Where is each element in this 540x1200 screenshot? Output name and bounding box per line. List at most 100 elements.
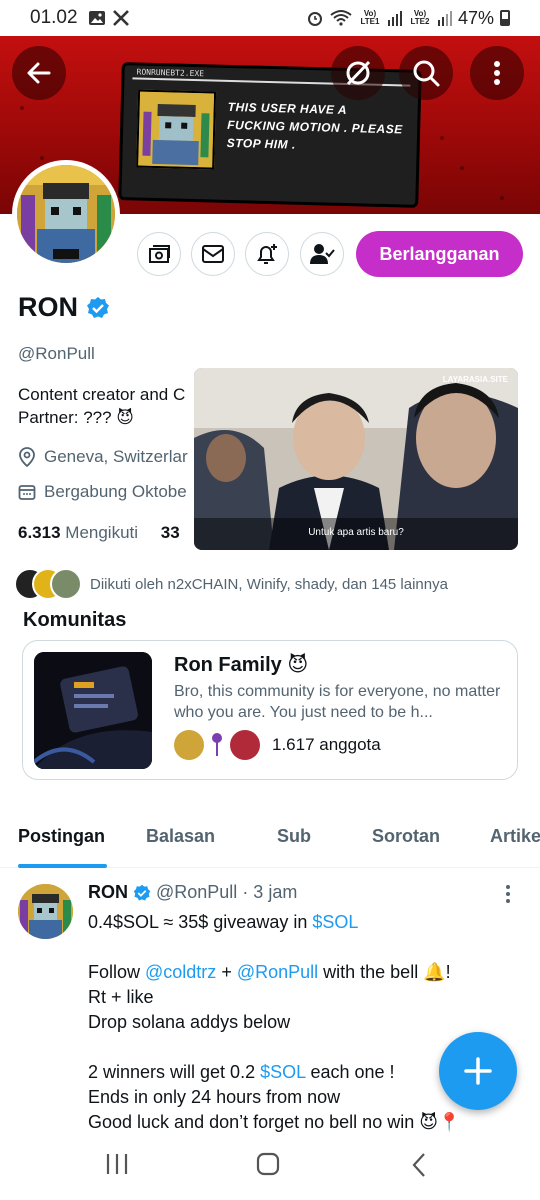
verified-badge-icon (133, 884, 151, 900)
more-options-button[interactable] (470, 46, 524, 100)
profile-tabs: Postingan Balasan Sub Sorotan Artike (0, 810, 540, 868)
x-logo-icon (112, 10, 129, 26)
profile-handle: @RonPull (18, 344, 95, 363)
calendar-icon (18, 485, 36, 500)
mail-icon (202, 245, 224, 263)
followed-by-text: Diikuti oleh n2xCHAIN, Winify, shady, da… (90, 575, 448, 593)
post-header: RON @RonPull · 3 jam (88, 882, 297, 903)
following-link[interactable]: 6.313 Mengikuti (18, 523, 138, 542)
community-thumbnail (34, 652, 152, 769)
meme-window-title: RONRUNEBT2.EXE (136, 67, 205, 79)
following-count: 6.313 (18, 523, 61, 542)
community-member-count: 1.617 anggota (272, 735, 381, 754)
active-tab-indicator (18, 864, 107, 868)
monetization-button[interactable] (137, 232, 181, 276)
post-author-handle[interactable]: @RonPull (156, 882, 237, 903)
alarm-icon (307, 12, 322, 26)
post-author-name[interactable]: RON (88, 882, 128, 903)
more-vertical-icon (494, 61, 500, 85)
status-time: 01.02 (30, 7, 78, 28)
followed-by[interactable]: Diikuti oleh n2xCHAIN, Winify, shady, da… (14, 568, 448, 600)
network-label-1: Vo) LTE1 (360, 9, 380, 26)
search-icon (413, 60, 440, 87)
tab-articles[interactable]: Artike (490, 826, 540, 847)
profile-joined: Bergabung Oktobe (18, 482, 187, 502)
chevron-left-icon (412, 1153, 425, 1177)
search-button[interactable] (399, 46, 453, 100)
post-line-3: Rt + like (88, 987, 154, 1007)
post-line-4: Drop solana addys below (88, 1012, 291, 1032)
tab-subs[interactable]: Sub (277, 826, 311, 847)
followed-by-avatars (14, 568, 82, 600)
post-line-1: 0.4$SOL ≈ 35$ giveaway in (88, 912, 313, 932)
subscribe-button[interactable]: Berlangganan (356, 231, 523, 277)
home-icon (256, 1152, 280, 1176)
post-line-2: Follow (88, 962, 146, 982)
battery-percent: 47% (457, 7, 494, 28)
user-check-icon (310, 244, 335, 264)
tab-posts[interactable]: Postingan (18, 826, 105, 847)
meme-thumbnail (136, 89, 217, 170)
compose-post-button[interactable] (439, 1032, 517, 1110)
location-text: Geneva, Switzerlar (44, 447, 188, 466)
status-bar: 01.02 Vo) LTE1 Vo) LTE2 47% (0, 0, 540, 36)
cash-icon (149, 245, 170, 263)
followers-count-partial[interactable]: 33 (161, 523, 180, 542)
profile-bio: Content creator and C Partner: ??? 😈 (18, 383, 185, 429)
profile-name: RON (18, 292, 110, 323)
bio-line-2: Partner: ??? 😈 (18, 408, 135, 427)
meme-text: THIS USER HAVE A FUCKING MOTION . PLEASE… (226, 99, 403, 152)
bio-line-1: Content creator and C (18, 385, 186, 404)
bell-plus-icon (257, 244, 277, 264)
gallery-icon (88, 11, 105, 25)
mention-link[interactable]: @RonPull (237, 962, 318, 982)
joined-text: Bergabung Oktobe (44, 482, 187, 501)
tab-highlights[interactable]: Sorotan (372, 826, 440, 847)
post-avatar[interactable] (18, 884, 73, 939)
home-button[interactable] (256, 1152, 280, 1181)
community-name: Ron Family 😈 (174, 654, 309, 676)
arrow-left-icon (27, 62, 51, 84)
signal-icon-1 (387, 11, 402, 26)
video-frame (194, 368, 518, 550)
following-label: Mengikuti (65, 523, 139, 542)
back-button[interactable] (12, 46, 66, 100)
cashtag-link[interactable]: $SOL (312, 912, 358, 932)
picture-in-picture-video[interactable]: LAYARASIA.SITE Untuk apa artis baru? (194, 368, 518, 550)
notifications-button[interactable] (245, 232, 289, 276)
wifi-icon (330, 10, 352, 26)
mention-link[interactable]: @coldtrz (145, 962, 216, 982)
network-label-2: Vo) LTE2 (410, 9, 430, 26)
key-icon (212, 733, 222, 756)
message-button[interactable] (191, 232, 235, 276)
battery-icon (500, 10, 510, 26)
grok-icon (346, 60, 371, 86)
profile-avatar[interactable] (12, 160, 120, 268)
cashtag-link[interactable]: $SOL (260, 1062, 305, 1082)
community-card[interactable]: Ron Family 😈 Bro, this community is for … (22, 640, 518, 780)
member-avatar (174, 730, 204, 760)
community-members: 1.617 anggota (174, 730, 381, 760)
signal-icon-2 (437, 11, 452, 26)
community-section-title: Komunitas (23, 609, 127, 631)
grok-button[interactable] (331, 46, 385, 100)
system-navigation-bar (0, 1132, 540, 1200)
community-description: Bro, this community is for everyone, no … (174, 683, 501, 721)
post-more-button[interactable] (505, 884, 511, 909)
following-button[interactable] (300, 232, 344, 276)
profile-location: Geneva, Switzerlar (18, 447, 188, 467)
back-nav-button[interactable] (410, 1152, 428, 1183)
more-vertical-icon (506, 885, 510, 903)
profile-name-text: RON (18, 292, 78, 322)
post-time: · 3 jam (242, 882, 298, 902)
video-watermark: LAYARASIA.SITE (442, 375, 508, 384)
plus-icon (464, 1057, 492, 1085)
location-pin-icon (19, 447, 35, 467)
recent-apps-button[interactable] (104, 1152, 130, 1181)
tab-replies[interactable]: Balasan (146, 826, 215, 847)
post-line-5: 2 winners will get 0.2 (88, 1062, 261, 1082)
verified-badge-icon (87, 296, 109, 318)
member-avatar (230, 730, 260, 760)
post-line-5-end: each one ! (305, 1062, 395, 1082)
video-subtitle: Untuk apa artis baru? (308, 527, 404, 538)
